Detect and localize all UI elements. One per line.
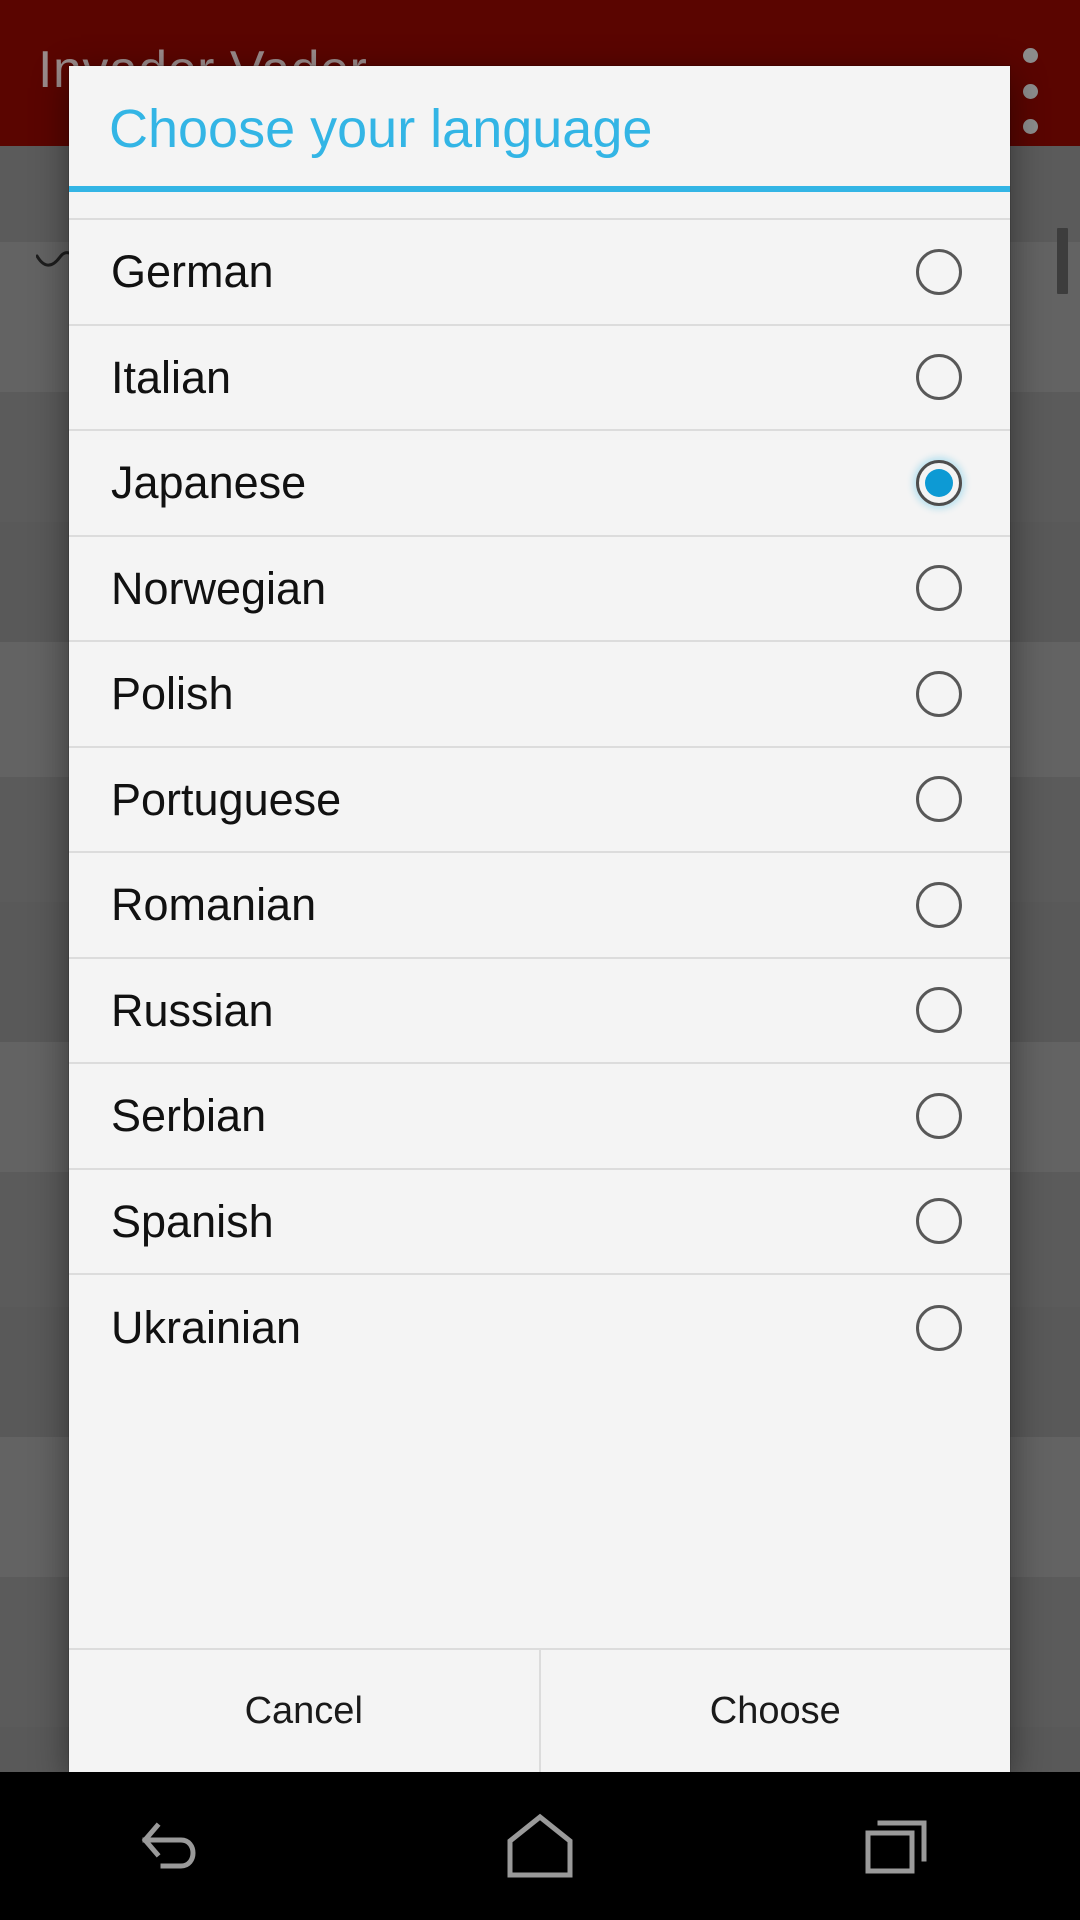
android-screen: Invader Vader [0, 0, 1080, 1920]
language-list-item[interactable]: Russian [69, 958, 1010, 1064]
language-label: Romanian [111, 879, 317, 931]
radio-button[interactable] [916, 987, 962, 1034]
language-list-item[interactable]: Portuguese [69, 747, 1010, 853]
radio-button-selected[interactable] [916, 459, 962, 506]
overflow-dot [1022, 119, 1038, 134]
language-label: Serbian [111, 1090, 267, 1142]
language-list-item[interactable]: Spanish [69, 1169, 1010, 1275]
radio-button[interactable] [916, 565, 962, 612]
language-chooser-dialog: Choose your language German Italian Japane… [69, 66, 1010, 1772]
radio-ring [916, 565, 962, 612]
radio-ring [916, 670, 962, 717]
language-list-item[interactable]: Romanian [69, 853, 1010, 959]
back-icon [141, 1822, 196, 1869]
radio-ring [916, 248, 962, 295]
dialog-button-bar: Cancel Choose [69, 1648, 1010, 1772]
recents-icon [865, 1820, 927, 1874]
radio-button[interactable] [916, 881, 962, 928]
radio-button[interactable] [916, 1198, 962, 1245]
language-list-item[interactable]: German [69, 220, 1010, 326]
language-label: Spanish [111, 1195, 274, 1247]
choose-button[interactable]: Choose [540, 1650, 1010, 1772]
home-icon [507, 1813, 573, 1878]
dialog-header: Choose your language [69, 66, 1010, 192]
language-label: German [111, 246, 274, 298]
system-navigation-bar [0, 1772, 1080, 1920]
overflow-menu-icon[interactable] [1018, 48, 1042, 134]
language-label: Japanese [111, 457, 307, 509]
cancel-button[interactable]: Cancel [69, 1650, 539, 1772]
radio-ring [916, 1198, 962, 1245]
radio-ring [916, 1304, 962, 1351]
language-list-item[interactable]: Polish [69, 642, 1010, 748]
language-label: Russian [111, 984, 274, 1036]
radio-button[interactable] [916, 670, 962, 717]
dialog-title: Choose your language [109, 99, 653, 159]
radio-ring [916, 776, 962, 823]
radio-ring [916, 354, 962, 401]
radio-button[interactable] [916, 248, 962, 295]
radio-ring [916, 881, 962, 928]
language-label: Italian [111, 351, 232, 403]
radio-button[interactable] [916, 1092, 962, 1139]
radio-ring [916, 1092, 962, 1139]
dialog-header-spacer [69, 192, 1010, 220]
home-button[interactable] [450, 1772, 630, 1920]
title-underline [69, 186, 1010, 192]
radio-button[interactable] [916, 354, 962, 401]
background-scrollbar[interactable] [1057, 228, 1068, 294]
recents-button[interactable] [810, 1772, 990, 1920]
radio-button[interactable] [916, 776, 962, 823]
language-list-item[interactable]: Serbian [69, 1064, 1010, 1170]
language-label: Portuguese [111, 773, 342, 825]
language-list-item[interactable]: Japanese [69, 431, 1010, 537]
radio-ring [916, 987, 962, 1034]
language-list-item[interactable]: Italian [69, 325, 1010, 431]
language-label: Norwegian [111, 562, 327, 614]
radio-dot [925, 468, 953, 497]
background-squiggle-icon [36, 251, 70, 267]
back-button[interactable] [90, 1772, 270, 1920]
radio-button[interactable] [916, 1304, 962, 1351]
language-list-item[interactable]: Ukrainian [69, 1275, 1010, 1381]
overflow-dot [1022, 83, 1038, 99]
language-list[interactable]: German Italian Japanese Norwegian Polish Port… [69, 220, 1010, 1648]
overflow-dot [1022, 48, 1038, 63]
language-label: Polish [111, 668, 234, 720]
language-label: Ukrainian [111, 1302, 302, 1354]
language-list-item[interactable]: Norwegian [69, 536, 1010, 642]
